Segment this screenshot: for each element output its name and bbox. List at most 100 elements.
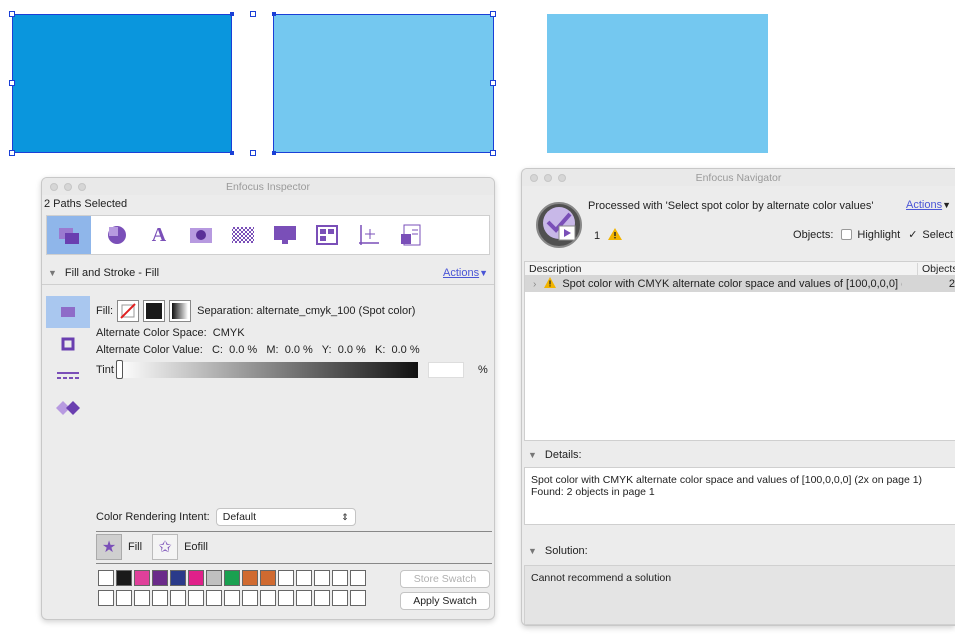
swatch-cell[interactable] [296, 570, 312, 586]
eofill-rule-button[interactable]: ✩ [152, 534, 179, 560]
swatch-cell[interactable] [152, 570, 168, 586]
selection-handle[interactable] [250, 150, 256, 156]
fill-stroke-section-header[interactable]: ▼ Fill and Stroke - Fill Actions ▼ [42, 261, 494, 285]
selection-handle[interactable] [9, 80, 15, 86]
selection-handle[interactable] [250, 11, 256, 17]
select-checkbox-checked[interactable]: ✓ [908, 228, 917, 241]
overprint-tab-icon[interactable] [46, 392, 90, 424]
rendering-intent-select[interactable]: Default ⇕ [215, 508, 356, 526]
star-outline-icon: ✩ [158, 539, 172, 556]
swatch-cell[interactable] [242, 590, 258, 606]
alt-color-value: Alternate Color Value: C: 0.0 % M: 0.0 %… [96, 344, 420, 356]
swatch-cell[interactable] [188, 590, 204, 606]
percent-label: % [477, 364, 488, 376]
swatch-row [98, 590, 368, 606]
collapse-triangle-icon[interactable]: ▼ [528, 450, 537, 460]
swatch-cell[interactable] [332, 570, 348, 586]
tint-slider-handle[interactable] [115, 360, 123, 379]
dash-tab-icon[interactable] [46, 360, 90, 392]
monitor-tab-icon[interactable] [269, 219, 301, 251]
fill-stroke-tab-icon[interactable] [47, 216, 91, 254]
fill-rule-button[interactable]: ★ [96, 534, 122, 560]
gradient-fill-button[interactable] [169, 300, 192, 322]
selection-handle[interactable] [490, 80, 496, 86]
swatch-cell[interactable] [116, 590, 132, 606]
col-description[interactable]: Description [529, 263, 582, 275]
fill-stroke-side-tabs [46, 296, 90, 619]
swatch-cell[interactable] [206, 570, 222, 586]
swatch-cell[interactable] [170, 590, 186, 606]
swatch-cell[interactable] [134, 590, 150, 606]
selection-handle[interactable] [9, 11, 15, 17]
layout-tab-icon[interactable] [311, 219, 343, 251]
swatch-cell[interactable] [314, 570, 330, 586]
selection-handle[interactable] [490, 150, 496, 156]
swatch-cell[interactable] [134, 570, 150, 586]
processed-text: Processed with 'Select spot color by alt… [588, 200, 874, 212]
transparency-tab-icon[interactable] [227, 219, 259, 251]
selection-handle[interactable] [9, 150, 15, 156]
inspector-titlebar[interactable]: Enfocus Inspector [42, 178, 494, 195]
collapse-triangle-icon[interactable]: ▼ [48, 268, 57, 278]
details-section-header[interactable]: ▼ Details: [522, 443, 955, 467]
swatch-cell[interactable] [260, 570, 276, 586]
fill-tab-icon[interactable] [46, 296, 90, 328]
col-objects[interactable]: Objects [917, 262, 955, 275]
inspector-window: Enfocus Inspector 2 Paths Selected A ▼ F… [41, 177, 495, 620]
swatch-cell[interactable] [152, 590, 168, 606]
text-tab-icon[interactable]: A [143, 219, 175, 251]
stroke-tab-icon[interactable] [46, 328, 90, 360]
swatch-cell[interactable] [242, 570, 258, 586]
swatch-cell[interactable] [224, 590, 240, 606]
store-swatch-button[interactable]: Store Swatch [400, 570, 490, 588]
shape-tab-icon[interactable] [101, 219, 133, 251]
actions-menu[interactable]: Actions [906, 199, 942, 211]
selected-shape-light-blue[interactable] [273, 14, 494, 153]
warning-icon [544, 277, 557, 291]
chevron-down-icon[interactable]: ▼ [942, 200, 951, 210]
window-controls[interactable] [530, 174, 566, 182]
swatch-cell[interactable] [278, 570, 294, 586]
swatch-cell[interactable] [260, 590, 276, 606]
swatch-cell[interactable] [350, 570, 366, 586]
tint-slider[interactable] [115, 360, 418, 379]
chevron-down-icon[interactable]: ▼ [479, 268, 488, 278]
navigator-titlebar[interactable]: Enfocus Navigator [522, 169, 955, 186]
swatch-cell[interactable] [350, 590, 366, 606]
solution-section-header[interactable]: ▼ Solution: [522, 539, 955, 563]
swatch-cell[interactable] [98, 590, 114, 606]
document-tab-icon[interactable] [395, 219, 427, 251]
warning-count: 1 [594, 229, 601, 242]
tint-label: Tint [96, 364, 114, 376]
solid-fill-button[interactable] [143, 300, 166, 322]
swatch-cell[interactable] [314, 590, 330, 606]
swatch-cell[interactable] [296, 590, 312, 606]
rendering-intent-row: Color Rendering Intent: Default ⇕ [96, 508, 356, 526]
swatch-cell[interactable] [224, 570, 240, 586]
anchor-point [272, 151, 276, 155]
select-label: Select [922, 228, 953, 241]
window-controls[interactable] [50, 183, 86, 191]
image-tab-icon[interactable] [185, 219, 217, 251]
swatch-cell[interactable] [170, 570, 186, 586]
navigator-window: Enfocus Navigator Processed with 'Select… [521, 168, 955, 626]
expand-chevron-icon[interactable]: › [533, 279, 536, 290]
highlight-checkbox[interactable] [841, 229, 853, 240]
result-row[interactable]: › Spot color with CMYK alternate color s… [525, 276, 955, 292]
collapse-triangle-icon[interactable]: ▼ [528, 546, 537, 556]
swatch-cell[interactable] [188, 570, 204, 586]
tint-value-input[interactable] [427, 362, 464, 378]
swatch-cell[interactable] [98, 570, 114, 586]
no-fill-button[interactable] [117, 300, 140, 322]
apply-swatch-button[interactable]: Apply Swatch [400, 592, 490, 610]
swatch-cell[interactable] [332, 590, 348, 606]
position-tab-icon[interactable] [353, 219, 385, 251]
window-title: Enfocus Inspector [225, 180, 311, 193]
selection-handle[interactable] [490, 11, 496, 17]
swatch-cell[interactable] [116, 570, 132, 586]
swatch-cell[interactable] [206, 590, 222, 606]
unselected-shape-light-blue[interactable] [547, 14, 768, 153]
selected-shape-dark-blue[interactable] [12, 14, 232, 153]
swatch-cell[interactable] [278, 590, 294, 606]
actions-menu[interactable]: Actions [443, 267, 479, 279]
